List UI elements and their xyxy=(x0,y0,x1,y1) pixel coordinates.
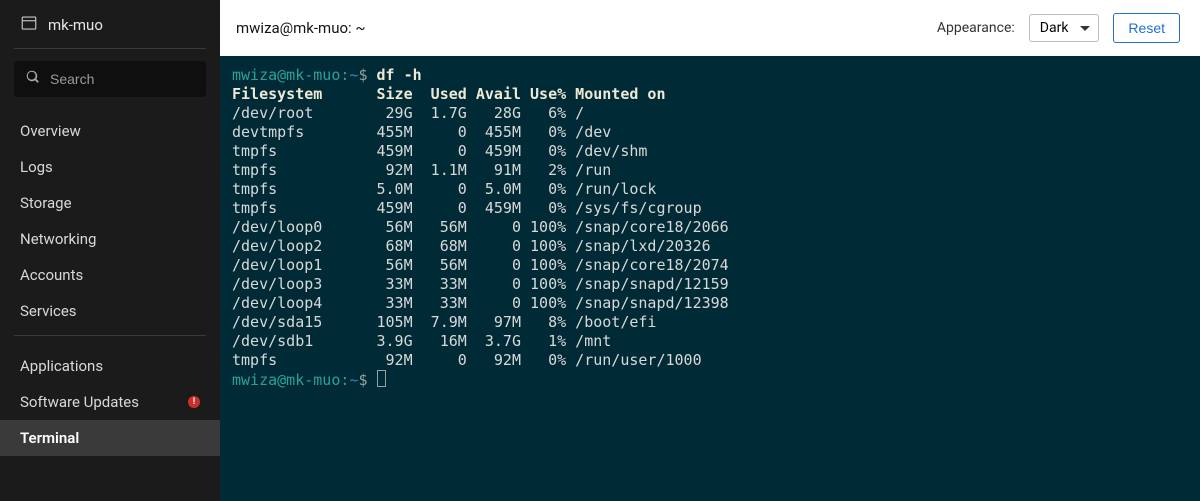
terminal-row: /dev/loop0 56M 56M 0 100% /snap/core18/2… xyxy=(232,218,1188,237)
terminal-line: mwiza@mk-muo:~$ xyxy=(232,370,1188,390)
divider xyxy=(14,335,206,336)
appearance-label: Appearance: xyxy=(937,20,1015,36)
appearance-value: Dark xyxy=(1040,20,1069,36)
sidebar-host[interactable]: mk-muo xyxy=(0,0,220,48)
terminal-row: tmpfs 459M 0 459M 0% /dev/shm xyxy=(232,142,1188,161)
sidebar-item-label: Accounts xyxy=(20,266,83,284)
search-icon xyxy=(26,70,40,88)
terminal-row: devtmpfs 455M 0 455M 0% /dev xyxy=(232,123,1188,142)
nav-group-2: Applications Software Updates! Terminal xyxy=(0,348,220,456)
nav-group-1: Overview Logs Storage Networking Accounts Ser… xyxy=(0,113,220,329)
terminal-row: /dev/loop1 56M 56M 0 100% /snap/core18/2… xyxy=(232,256,1188,275)
prompt-user-host: mwiza@mk-muo: xyxy=(232,66,349,84)
sidebar-item-logs[interactable]: Logs xyxy=(0,149,220,185)
sidebar-item-software-updates[interactable]: Software Updates! xyxy=(0,384,220,420)
sidebar-item-label: Software Updates xyxy=(20,393,139,411)
sidebar-item-overview[interactable]: Overview xyxy=(0,113,220,149)
sidebar-item-label: Storage xyxy=(20,194,72,212)
sidebar-item-services[interactable]: Services xyxy=(0,293,220,329)
terminal-line: mwiza@mk-muo:~$ df -h xyxy=(232,66,1188,85)
terminal-row: /dev/loop4 33M 33M 0 100% /snap/snapd/12… xyxy=(232,294,1188,313)
appearance-select[interactable]: Dark xyxy=(1029,14,1100,42)
terminal-command: df -h xyxy=(377,66,422,84)
terminal-row: tmpfs 92M 0 92M 0% /run/user/1000 xyxy=(232,351,1188,370)
terminal-row: tmpfs 92M 1.1M 91M 2% /run xyxy=(232,161,1188,180)
sidebar-item-label: Terminal xyxy=(20,429,79,447)
reset-button[interactable]: Reset xyxy=(1113,13,1180,43)
server-icon xyxy=(20,14,38,36)
sidebar-item-accounts[interactable]: Accounts xyxy=(0,257,220,293)
prompt-dollar: $ xyxy=(358,371,376,389)
topbar: mwiza@mk-muo: ~ Appearance: Dark Reset xyxy=(220,0,1200,56)
search-input[interactable] xyxy=(50,71,194,87)
terminal[interactable]: mwiza@mk-muo:~$ df -hFilesystem Size Use… xyxy=(220,56,1200,501)
sidebar-item-networking[interactable]: Networking xyxy=(0,221,220,257)
cursor-icon xyxy=(377,370,386,387)
terminal-row: /dev/loop2 68M 68M 0 100% /snap/lxd/2032… xyxy=(232,237,1188,256)
alert-icon: ! xyxy=(188,396,200,408)
terminal-row: tmpfs 459M 0 459M 0% /sys/fs/cgroup xyxy=(232,199,1188,218)
sidebar: mk-muo Overview Logs Storage Networking Acco… xyxy=(0,0,220,501)
sidebar-item-applications[interactable]: Applications xyxy=(0,348,220,384)
prompt-dollar: $ xyxy=(358,66,376,84)
sidebar-item-label: Overview xyxy=(20,122,81,140)
sidebar-item-label: Services xyxy=(20,302,77,320)
prompt-user-host: mwiza@mk-muo: xyxy=(232,371,349,389)
terminal-row: /dev/root 29G 1.7G 28G 6% / xyxy=(232,104,1188,123)
search-input-container[interactable] xyxy=(14,61,206,97)
sidebar-item-label: Logs xyxy=(20,158,53,176)
sidebar-item-storage[interactable]: Storage xyxy=(0,185,220,221)
chevron-down-icon xyxy=(1080,26,1090,31)
terminal-row: /dev/sdb1 3.9G 16M 3.7G 1% /mnt xyxy=(232,332,1188,351)
terminal-row: /dev/loop3 33M 33M 0 100% /snap/snapd/12… xyxy=(232,275,1188,294)
breadcrumb: mwiza@mk-muo: ~ xyxy=(236,19,366,37)
topbar-right: Appearance: Dark Reset xyxy=(937,13,1180,43)
divider xyxy=(14,48,206,49)
main: mwiza@mk-muo: ~ Appearance: Dark Reset m… xyxy=(220,0,1200,501)
sidebar-item-label: Networking xyxy=(20,230,96,248)
terminal-header: Filesystem Size Used Avail Use% Mounted … xyxy=(232,85,1188,104)
terminal-row: tmpfs 5.0M 0 5.0M 0% /run/lock xyxy=(232,180,1188,199)
sidebar-item-terminal[interactable]: Terminal xyxy=(0,420,220,456)
sidebar-host-label: mk-muo xyxy=(48,16,103,34)
sidebar-item-label: Applications xyxy=(20,357,103,375)
terminal-row: /dev/sda15 105M 7.9M 97M 8% /boot/efi xyxy=(232,313,1188,332)
